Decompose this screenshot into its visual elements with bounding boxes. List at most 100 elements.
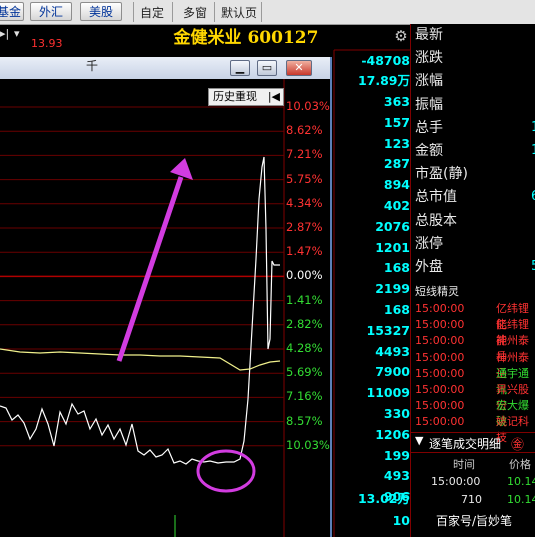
stat-label: 外盘 (415, 259, 443, 275)
side-value: 7900 (375, 364, 410, 380)
chart-window-titlebar[interactable]: 千 ▁ ▭ ✕ (0, 57, 330, 79)
toolbar-separator (133, 2, 134, 22)
close-button[interactable]: ✕ (286, 60, 312, 76)
toolbar-button-forex[interactable]: 外汇 (30, 2, 72, 21)
stat-value: 6 (531, 188, 535, 206)
column-header-time: 时间 (453, 458, 475, 471)
trade-row-time: 15:00:00 (431, 475, 481, 488)
trade-row-volume: 710 (461, 493, 482, 506)
skip-back-icon: |◀ (267, 90, 280, 103)
quick-wizard-row[interactable]: 15:00:00 神州泰岳 (415, 350, 535, 380)
stat-label: 涨跌 (415, 50, 443, 67)
column-header-price: 价格 (509, 458, 531, 471)
side-top-value: 17.89万 (357, 73, 410, 88)
side-top-value: -48708 (361, 53, 410, 68)
stat-value: 5 (531, 258, 535, 276)
stat-label: 总手 (415, 119, 443, 136)
quick-wizard-row[interactable]: 15:00:00 昇兴股份 (415, 382, 535, 412)
quick-wizard-row[interactable]: 15:00:00 神州泰岳 (415, 333, 535, 363)
quick-wizard-time: 15:00:00 (415, 415, 465, 429)
side-value: 906 (383, 489, 410, 505)
top-toolbar: 基金 外汇 美股 自定 多窗 默认页 (0, 0, 535, 25)
side-value: 330 (383, 406, 410, 421)
side-value: 2076 (375, 218, 410, 234)
toolbar-separator (172, 2, 173, 22)
quick-wizard-row[interactable]: 15:00:00 通宇通讯 (415, 366, 535, 396)
quick-wizard-row[interactable]: 15:00:00 亿纬锂能 (415, 317, 535, 347)
percent-label: 8.57% (286, 413, 323, 428)
toolbar-separator (261, 2, 262, 22)
quick-wizard-time: 15:00:00 (415, 350, 465, 364)
percent-label: 8.62% (286, 123, 323, 138)
side-value: 199 (383, 447, 410, 463)
stat-label: 涨停 (415, 235, 443, 252)
history-replay-label: 历史重现 (213, 90, 257, 103)
quick-wizard-row[interactable]: 15:00:00 宏大爆破 (415, 398, 535, 428)
percent-label: 10.03% (286, 437, 330, 452)
toolbar-tab-default-page[interactable]: 默认页 (219, 4, 259, 22)
toolbar-button-us-stocks[interactable]: 美股 (80, 2, 122, 21)
side-value: 894 (383, 177, 410, 193)
quick-wizard-time: 15:00:00 (415, 334, 465, 348)
stat-label: 金额 (415, 143, 443, 159)
trade-detail-title: 逐笔成交明细 (429, 437, 502, 451)
stat-label: 总市值 (415, 189, 457, 206)
stat-label: 市盈(静) (415, 166, 468, 183)
side-value: 11009 (366, 385, 411, 401)
percent-label: 7.21% (286, 147, 323, 162)
quick-wizard-title: 短线精灵 (415, 285, 459, 298)
percent-label: 0.00% (286, 268, 323, 283)
side-value: 493 (383, 468, 410, 484)
trade-row-price: 10.14 (507, 475, 535, 488)
history-replay-button[interactable]: 历史重现 |◀ (208, 88, 284, 106)
left-nav-buttons[interactable]: ▸| ▾ (0, 27, 28, 41)
toolbar-button-fund[interactable]: 基金 (0, 2, 24, 21)
restore-button[interactable]: ▭ (257, 60, 277, 76)
stat-label: 振幅 (415, 96, 443, 113)
toolbar-tab-custom[interactable]: 自定 (136, 4, 168, 22)
side-value: 157 (383, 114, 410, 130)
side-value: 123 (383, 135, 410, 151)
percent-label: 2.87% (286, 220, 323, 234)
stock-info-panel: 最新涨跌涨幅振幅总手 1 金额 1 市盈(静) 总市值 6 总股本涨停外盘 5 短线精灵 15:… (410, 24, 535, 537)
quick-wizard-time: 15:00:00 (415, 399, 465, 413)
percent-label: 5.75% (286, 171, 323, 186)
chevron-down-icon[interactable]: ▼ (415, 434, 423, 447)
quick-wizard-time: 15:00:00 (415, 318, 465, 332)
quick-wizard-row[interactable]: 15:00:00 姚记科技 (415, 414, 535, 444)
side-value: 363 (383, 94, 410, 109)
stat-label: 最新 (415, 27, 443, 43)
quick-wizard-time: 15:00:00 (415, 383, 465, 396)
side-value: 168 (383, 302, 410, 317)
chevron-down-icon[interactable]: ▾ (14, 27, 20, 40)
percent-label: 1.41% (286, 292, 323, 307)
percent-label: 4.28% (286, 341, 323, 355)
trade-detail-header[interactable]: ▼ 逐笔成交明细 ㊎ (411, 432, 535, 453)
stat-value: 1 (531, 142, 535, 160)
side-value: 168 (383, 260, 410, 276)
badge-icon: ㊎ (511, 438, 525, 453)
toolbar-tab-multiwindow[interactable]: 多窗 (178, 4, 212, 22)
side-value: 15327 (366, 322, 411, 338)
quick-wizard-time: 15:00:00 (415, 302, 465, 315)
minimize-button[interactable]: ▁ (230, 60, 250, 76)
side-value: 287 (383, 156, 410, 172)
toolbar-separator (214, 2, 215, 22)
side-bottom-value: 10 (392, 513, 410, 528)
trade-row-price: 10.14 (507, 493, 535, 506)
quick-wizard-time: 15:00:00 (415, 366, 465, 380)
percent-label: 2.82% (286, 316, 323, 331)
side-value: 2199 (375, 281, 410, 297)
side-value-column: -48708 17.89万 13.02万 10 363 157 123 287 894 4… (334, 24, 410, 537)
stat-label: 总股本 (415, 212, 457, 229)
chart-window-title: 千 (86, 59, 99, 73)
stat-value: 1 (531, 119, 535, 137)
percent-label: 1.47% (286, 244, 323, 259)
side-value: 402 (383, 198, 410, 213)
stock-title: 金健米业 600127 (173, 28, 319, 48)
quick-wizard-row[interactable]: 15:00:00 亿纬锂能 (415, 301, 535, 331)
intraday-chart (0, 79, 330, 537)
side-value: 4493 (375, 343, 410, 359)
play-icon[interactable]: ▸| (0, 27, 9, 40)
percent-label: 5.69% (286, 365, 323, 380)
